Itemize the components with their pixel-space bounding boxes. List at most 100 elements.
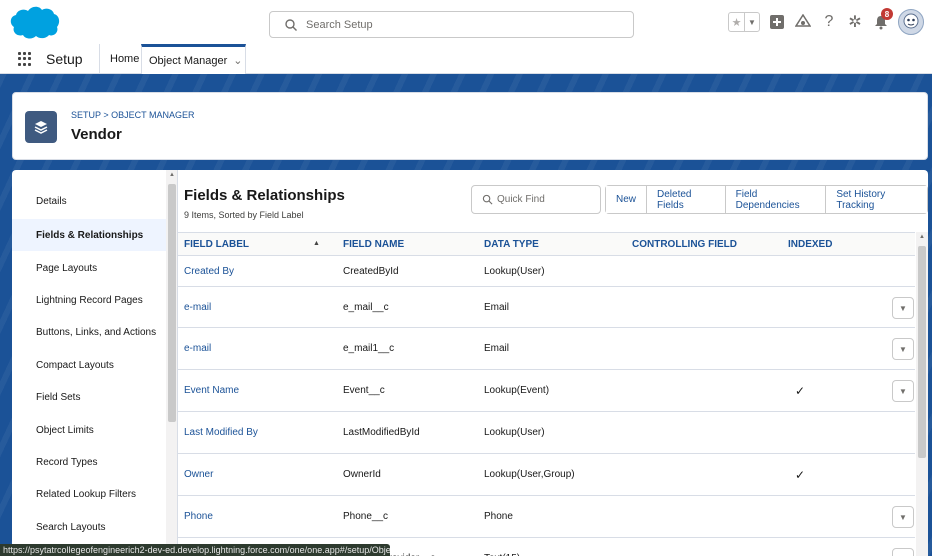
app-name: Setup: [46, 51, 83, 67]
sidebar-item-object-limits[interactable]: Object Limits: [12, 414, 166, 446]
column-header-indexed[interactable]: INDEXED: [788, 239, 832, 250]
table-row: Event Name Event__c Lookup(Event) ✓ ▼: [178, 370, 915, 412]
object-title: Vendor: [71, 126, 122, 143]
help-icon[interactable]: ?: [820, 13, 838, 31]
field-dependencies-button[interactable]: Field Dependencies: [724, 186, 826, 213]
trailhead-icon[interactable]: [794, 13, 812, 31]
setup-search-input[interactable]: Search Setup: [269, 11, 634, 38]
field-api-name: Phone__c: [343, 511, 389, 522]
scroll-up-arrow-icon[interactable]: ▲: [168, 172, 176, 178]
field-api-name: e_mail1__c: [343, 343, 395, 354]
user-avatar[interactable]: [898, 9, 924, 35]
indexed-check-icon: ✓: [795, 468, 806, 482]
tab-object-manager-label: Object Manager: [149, 54, 228, 67]
field-data-type: Lookup(User): [484, 266, 545, 277]
sidebar-item-record-types[interactable]: Record Types: [12, 446, 166, 478]
field-data-type: Email: [484, 343, 510, 354]
indexed-check-icon: ✓: [795, 384, 806, 398]
section-title: Fields & Relationships: [184, 187, 345, 204]
field-label-link[interactable]: Owner: [184, 469, 213, 480]
setup-gear-icon[interactable]: ✲: [846, 13, 864, 31]
quick-find-input[interactable]: Quick Find: [471, 185, 601, 214]
field-data-type: Lookup(User,Group): [484, 469, 575, 480]
field-api-name: LastModifiedById: [343, 427, 420, 438]
star-icon[interactable]: ★: [729, 13, 744, 31]
field-api-name: e_mail__c: [343, 302, 389, 313]
table-row: e-mail e_mail__c Email ▼: [178, 287, 915, 328]
field-api-name: OwnerId: [343, 469, 381, 480]
notification-count-badge: 8: [881, 8, 893, 20]
table-scroll-thumb[interactable]: [918, 246, 926, 458]
chevron-down-icon[interactable]: ⌄: [233, 54, 242, 67]
field-label-link[interactable]: e-mail: [184, 343, 211, 354]
search-icon: [482, 194, 493, 205]
field-data-type: Phone: [484, 511, 513, 522]
favorites-button[interactable]: ★ ▼: [728, 12, 760, 32]
field-data-type: Email: [484, 302, 510, 313]
row-actions-dropdown-icon[interactable]: ▼: [892, 297, 914, 319]
salesforce-logo-icon[interactable]: [6, 4, 60, 40]
section-subtitle: 9 Items, Sorted by Field Label: [184, 210, 304, 220]
table-row: Phone Phone__c Phone ▼: [178, 496, 915, 538]
column-header-field-name[interactable]: FIELD NAME: [343, 239, 404, 250]
table-row: e-mail e_mail1__c Email ▼: [178, 328, 915, 370]
sidebar-scroll-thumb[interactable]: [168, 184, 176, 422]
field-label-link[interactable]: Phone: [184, 511, 213, 522]
column-header-controlling-field[interactable]: CONTROLLING FIELD: [632, 239, 737, 250]
table-row: Owner OwnerId Lookup(User,Group) ✓: [178, 454, 915, 496]
scroll-up-arrow-icon[interactable]: ▲: [918, 234, 926, 240]
field-label-link[interactable]: Event Name: [184, 385, 239, 396]
field-label-link[interactable]: Created By: [184, 266, 234, 277]
table-scrollbar[interactable]: ▲: [916, 232, 928, 556]
row-actions-dropdown-icon[interactable]: ▼: [892, 506, 914, 528]
deleted-fields-button[interactable]: Deleted Fields: [646, 186, 725, 213]
status-bar-url: https://psytatrcollegeofengineerich2-dev…: [0, 544, 390, 556]
new-field-button[interactable]: New: [606, 186, 647, 213]
sidebar-item-related-lookup-filters[interactable]: Related Lookup Filters: [12, 478, 166, 510]
quick-find-placeholder: Quick Find: [497, 194, 545, 205]
sort-ascending-icon[interactable]: ▲: [313, 240, 320, 247]
sidebar-scrollbar[interactable]: ▲ ▼: [166, 170, 178, 556]
row-actions-dropdown-icon[interactable]: ▼: [892, 380, 914, 402]
fields-relationships-content: Fields & Relationships 9 Items, Sorted b…: [178, 170, 928, 556]
table-row: Created By CreatedById Lookup(User): [178, 256, 915, 287]
field-label-link[interactable]: e-mail: [184, 302, 211, 313]
action-button-group: New Deleted Fields Field Dependencies Se…: [605, 185, 928, 214]
sidebar-item-details[interactable]: Details: [12, 185, 166, 217]
column-header-data-type[interactable]: DATA TYPE: [484, 239, 539, 250]
search-icon: [285, 19, 297, 31]
sidebar-item-compact-layouts[interactable]: Compact Layouts: [12, 349, 166, 381]
field-api-name: Event__c: [343, 385, 385, 396]
object-sidebar: Details Fields & Relationships Page Layo…: [12, 170, 166, 556]
table-row: Last Modified By LastModifiedById Lookup(U…: [178, 412, 915, 454]
sidebar-item-buttons-links-actions[interactable]: Buttons, Links, and Actions: [12, 316, 166, 348]
column-header-field-label[interactable]: FIELD LABEL: [184, 239, 249, 250]
row-actions-dropdown-icon[interactable]: ▼: [892, 548, 914, 556]
row-actions-dropdown-icon[interactable]: ▼: [892, 338, 914, 360]
table-header: FIELD LABEL ▲ FIELD NAME DATA TYPE CONTR…: [178, 232, 915, 256]
set-history-tracking-button[interactable]: Set History Tracking: [825, 186, 927, 213]
notifications-bell-icon[interactable]: 8: [872, 8, 893, 31]
object-header: SETUP > OBJECT MANAGER Vendor: [12, 92, 928, 160]
sidebar-item-fields-relationships[interactable]: Fields & Relationships: [12, 219, 166, 251]
app-launcher-icon[interactable]: [18, 52, 32, 66]
sidebar-item-page-layouts[interactable]: Page Layouts: [12, 252, 166, 284]
global-header: Search Setup ★ ▼ ? ✲ 8: [0, 0, 932, 44]
object-layers-icon: [25, 111, 57, 143]
sidebar-item-search-layouts[interactable]: Search Layouts: [12, 511, 166, 543]
astro-avatar-icon: [903, 13, 919, 29]
breadcrumb[interactable]: SETUP > OBJECT MANAGER: [71, 110, 194, 120]
sidebar-item-field-sets[interactable]: Field Sets: [12, 381, 166, 413]
main-panel: Details Fields & Relationships Page Layo…: [12, 170, 928, 556]
field-api-name: CreatedById: [343, 266, 399, 277]
field-label-link[interactable]: Last Modified By: [184, 427, 258, 438]
field-data-type: Lookup(User): [484, 427, 545, 438]
search-placeholder: Search Setup: [306, 19, 373, 31]
favorites-dropdown-icon[interactable]: ▼: [744, 13, 759, 31]
header-utility-icons: ★ ▼ ? ✲ 8: [728, 6, 924, 38]
sidebar-item-lightning-record-pages[interactable]: Lightning Record Pages: [12, 284, 166, 316]
global-actions-icon[interactable]: [768, 13, 786, 31]
app-navigation-bar: Setup Home Object Manager ⌄: [0, 44, 932, 74]
tab-object-manager[interactable]: Object Manager ⌄: [141, 44, 246, 74]
field-data-type: Lookup(Event): [484, 385, 550, 396]
